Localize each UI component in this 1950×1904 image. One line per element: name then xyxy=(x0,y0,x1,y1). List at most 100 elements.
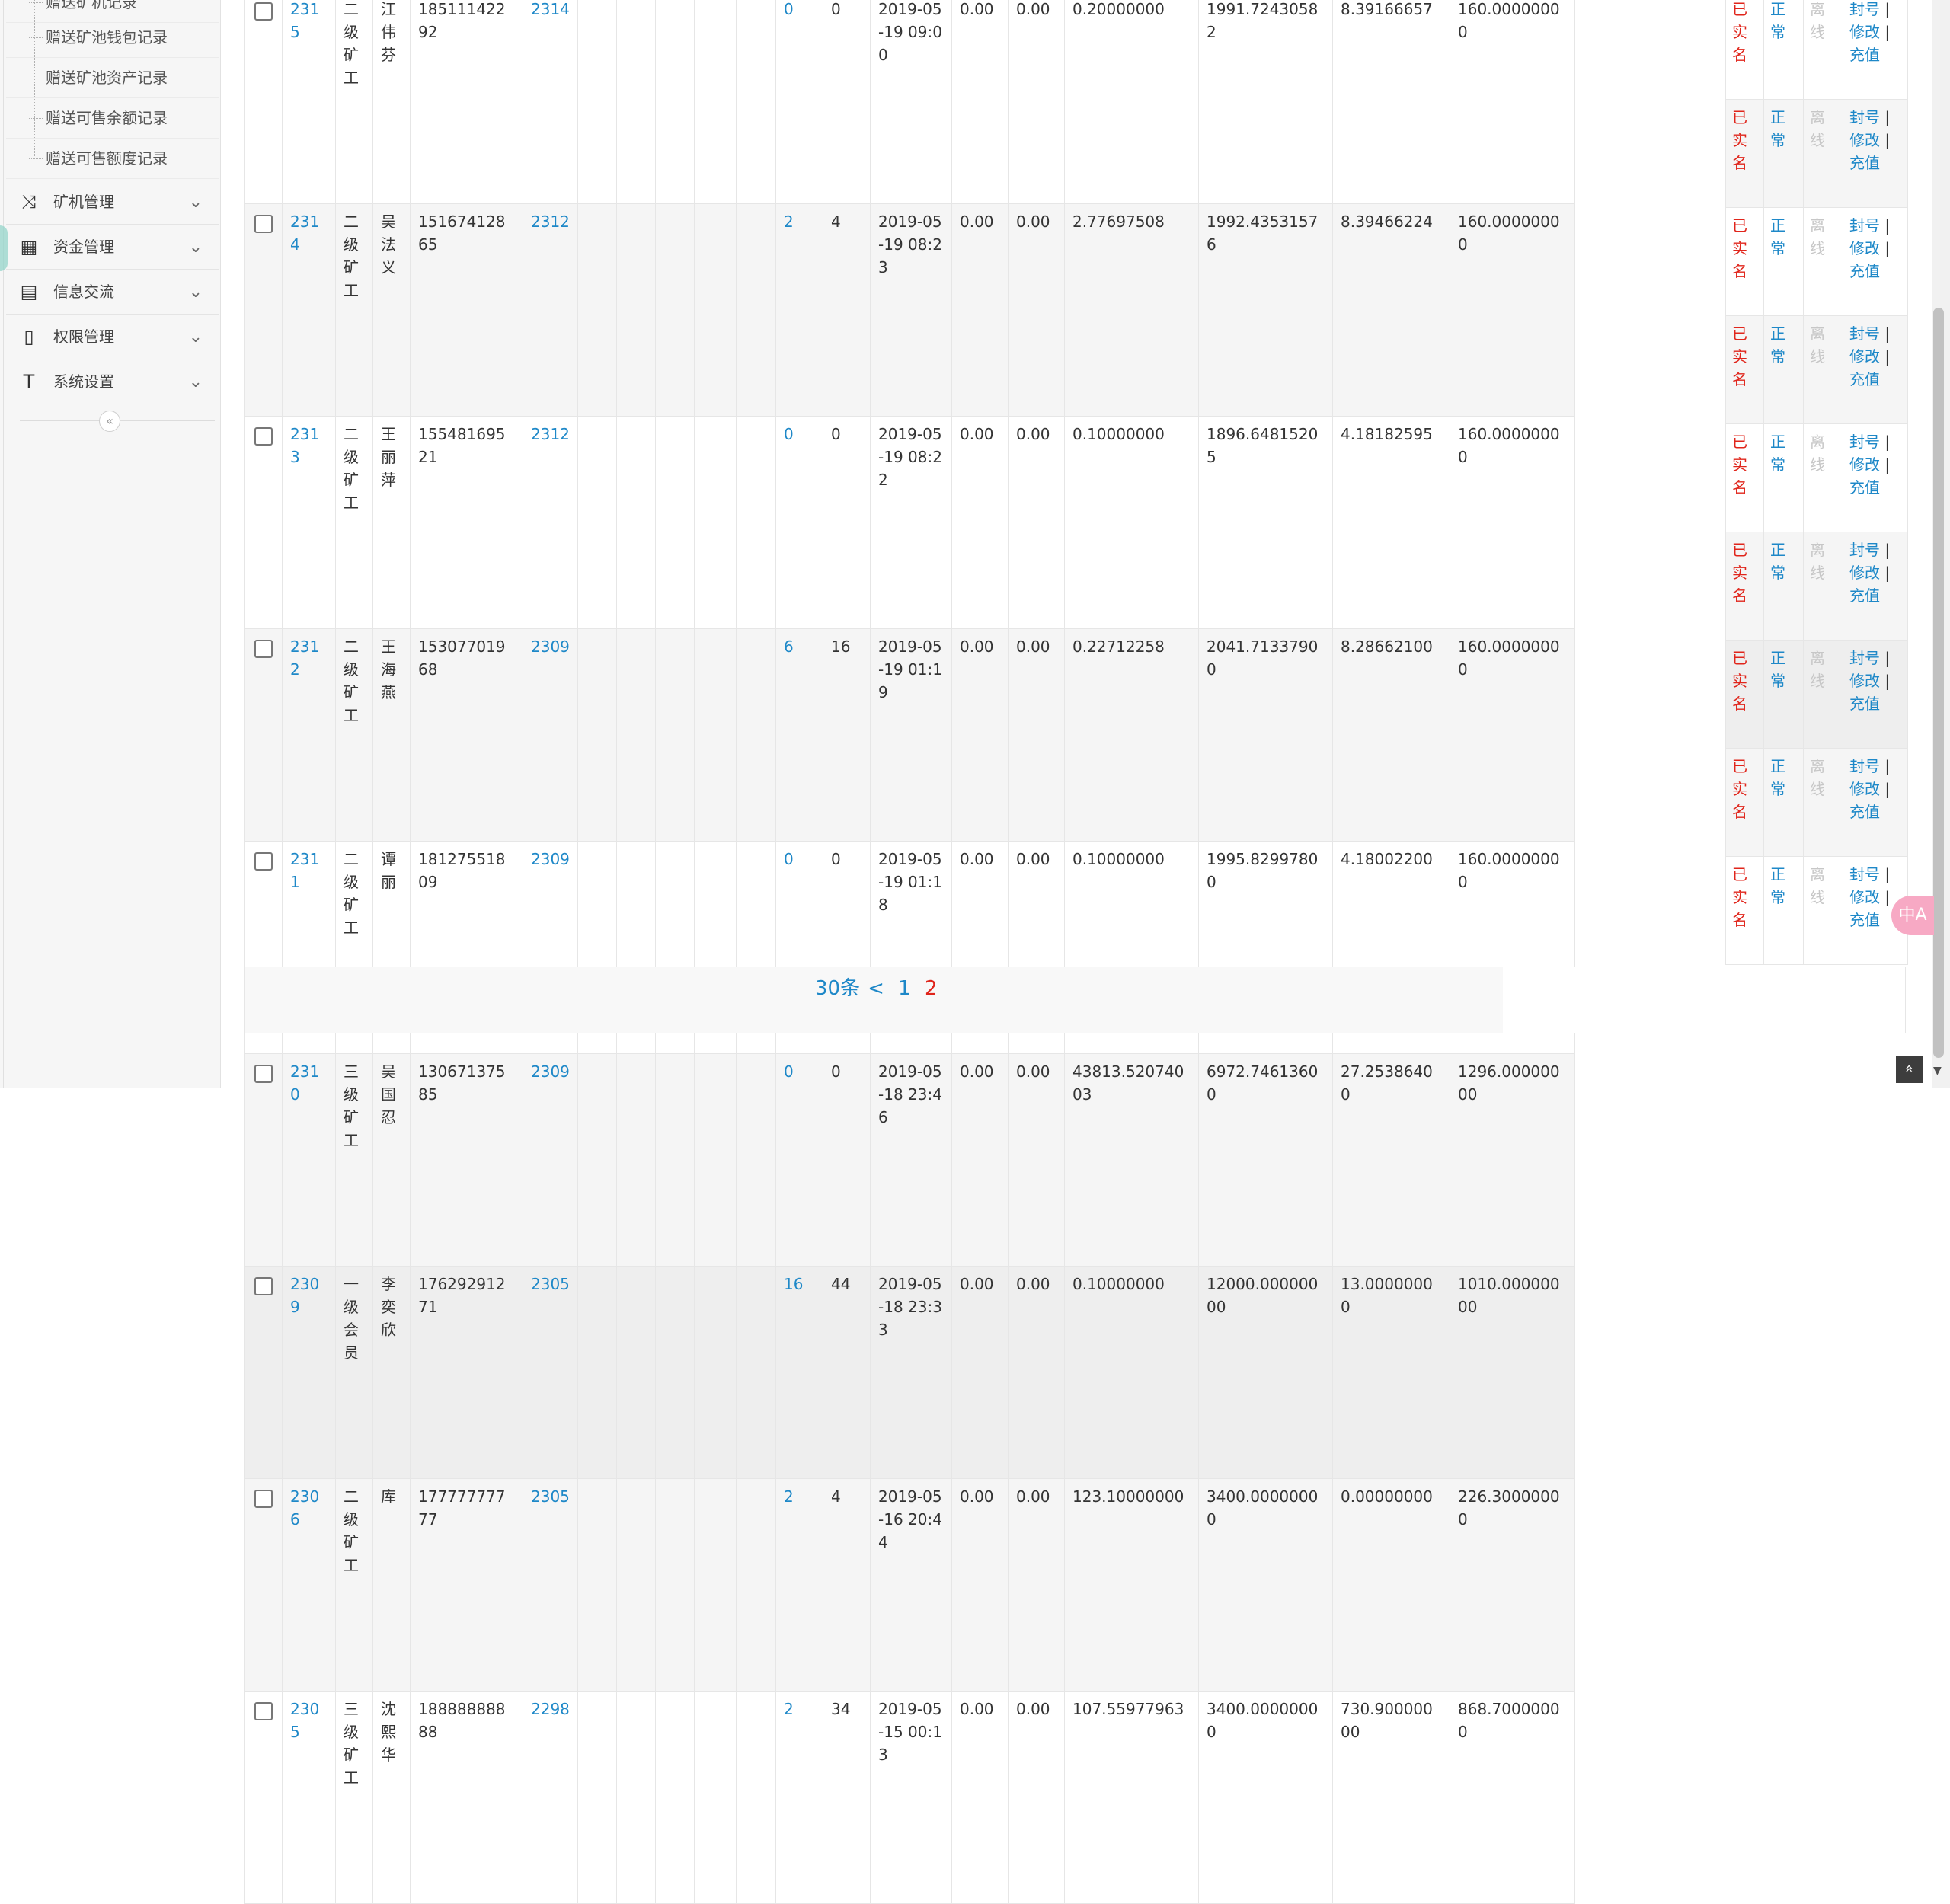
edit-link[interactable]: 修改 xyxy=(1849,780,1880,798)
row-checkbox[interactable] xyxy=(254,852,273,871)
empty-cell xyxy=(694,203,737,417)
edit-link[interactable]: 修改 xyxy=(1849,888,1880,906)
ban-link[interactable]: 封号 xyxy=(1849,541,1880,559)
ban-link[interactable]: 封号 xyxy=(1849,0,1880,18)
parent-id-link[interactable]: 2314 xyxy=(531,0,570,18)
recharge-link[interactable]: 充值 xyxy=(1849,911,1880,929)
user-id-link[interactable]: 2315 xyxy=(290,0,319,41)
parent-id-link[interactable]: 2312 xyxy=(531,212,570,231)
value-d: 1992.43531576 xyxy=(1207,212,1319,254)
user-id-link[interactable]: 2313 xyxy=(290,425,319,466)
team-count-link[interactable]: 16 xyxy=(784,1275,803,1293)
level-cell: 三级矿工 xyxy=(335,1053,373,1267)
recharge-link[interactable]: 充值 xyxy=(1849,154,1880,172)
edit-link[interactable]: 修改 xyxy=(1849,131,1880,149)
team-count-link[interactable]: 6 xyxy=(784,637,794,656)
status-actions-columns: 已实名 正常 离线 封号 | 修改 | 充值 已实名 正常 离线 封号 | 修改 | 充值 已实名 正常离… xyxy=(1725,0,1908,965)
empty-cell xyxy=(655,1053,695,1267)
ban-link[interactable]: 封号 xyxy=(1849,865,1880,883)
ban-link[interactable]: 封号 xyxy=(1849,108,1880,126)
edit-link[interactable]: 修改 xyxy=(1849,672,1880,690)
pager-total[interactable]: 30条 xyxy=(815,977,860,1000)
team-count-link[interactable]: 0 xyxy=(784,850,794,868)
ban-link[interactable]: 封号 xyxy=(1849,649,1880,667)
team-count-link[interactable]: 2 xyxy=(784,1700,794,1718)
account-status: 正常 xyxy=(1770,541,1785,582)
row-checkbox[interactable] xyxy=(254,2,273,21)
submenu-item-gift-pool-asset[interactable]: 赠送矿池资产记录 xyxy=(6,58,219,98)
ban-link[interactable]: 封号 xyxy=(1849,324,1880,343)
scroll-down-arrow-icon[interactable]: ▼ xyxy=(1933,1065,1942,1077)
user-level: 二级矿工 xyxy=(344,425,359,512)
row-checkbox[interactable] xyxy=(254,1490,273,1508)
scrollbar-thumb[interactable] xyxy=(1933,308,1944,1058)
team-count-link[interactable]: 0 xyxy=(784,1062,794,1081)
parent-id-link[interactable]: 2309 xyxy=(531,850,570,868)
row-checkbox[interactable] xyxy=(254,1277,273,1295)
row-checkbox[interactable] xyxy=(254,427,273,446)
pager-page-1[interactable]: 1 xyxy=(898,977,911,1000)
user-id-link[interactable]: 2310 xyxy=(290,1062,319,1104)
count-cell: 0 xyxy=(823,0,871,204)
action-separator: | xyxy=(1884,216,1891,235)
user-phone: 17629291271 xyxy=(418,1275,506,1316)
translate-float-button[interactable]: 中A xyxy=(1891,896,1934,935)
recharge-link[interactable]: 充值 xyxy=(1849,803,1880,821)
menu-label: 权限管理 xyxy=(53,327,114,346)
actions-cell: 封号 | 修改 | 充值 xyxy=(1843,423,1908,532)
edit-link[interactable]: 修改 xyxy=(1849,23,1880,41)
submenu-item-gift-balance[interactable]: 赠送可售余额记录 xyxy=(6,98,219,139)
row-checkbox[interactable] xyxy=(254,1065,273,1083)
row-checkbox[interactable] xyxy=(254,1702,273,1720)
phone-cell: 18888888888 xyxy=(410,1691,523,1904)
submenu-item-gift-quota[interactable]: 赠送可售额度记录 xyxy=(6,139,219,179)
team-count-link[interactable]: 2 xyxy=(784,1487,794,1506)
recharge-link[interactable]: 充值 xyxy=(1849,46,1880,64)
team-count-link[interactable]: 0 xyxy=(784,0,794,18)
recharge-link[interactable]: 充值 xyxy=(1849,695,1880,713)
user-id-link[interactable]: 2305 xyxy=(290,1700,319,1741)
edit-link[interactable]: 修改 xyxy=(1849,347,1880,366)
parent-id-link[interactable]: 2305 xyxy=(531,1275,570,1293)
recharge-link[interactable]: 充值 xyxy=(1849,262,1880,280)
menu-fund-management[interactable]: ▦ 资金管理 ⌄ xyxy=(6,225,219,270)
row-checkbox[interactable] xyxy=(254,640,273,658)
user-phone: 15548169521 xyxy=(418,425,506,466)
submenu-item-gift-pool-wallet[interactable]: 赠送矿池钱包记录 xyxy=(6,18,219,58)
parent-id-link[interactable]: 2309 xyxy=(531,1062,570,1081)
menu-permission-management[interactable]: ▯ 权限管理 ⌄ xyxy=(6,315,219,359)
recharge-link[interactable]: 充值 xyxy=(1849,586,1880,605)
level-cell: 二级矿工 xyxy=(335,628,373,842)
collapse-sidebar-button[interactable]: « xyxy=(99,411,120,432)
ban-link[interactable]: 封号 xyxy=(1849,757,1880,775)
user-name: 谭丽 xyxy=(381,850,396,891)
member-table-area: 2315 二级矿工 江伟芬 18511142292 2314 0 0 2019-05-19 0… xyxy=(244,0,1575,1904)
team-count-link[interactable]: 0 xyxy=(784,425,794,443)
parent-id-link[interactable]: 2312 xyxy=(531,425,570,443)
edit-link[interactable]: 修改 xyxy=(1849,455,1880,474)
parent-id-link[interactable]: 2298 xyxy=(531,1700,570,1718)
user-id-link[interactable]: 2311 xyxy=(290,850,319,891)
table-row: 2313 二级矿工 王丽萍 15548169521 2312 0 0 2019-05-19 0… xyxy=(244,416,1575,629)
ban-link[interactable]: 封号 xyxy=(1849,216,1880,235)
edit-link[interactable]: 修改 xyxy=(1849,239,1880,257)
user-id-link[interactable]: 2314 xyxy=(290,212,319,254)
pager-prev-button[interactable]: < xyxy=(868,977,884,1000)
value-cell: 0.00 xyxy=(951,416,1009,629)
menu-miner-management[interactable]: ⤨ 矿机管理 ⌄ xyxy=(6,180,219,225)
parent-id-link[interactable]: 2305 xyxy=(531,1487,570,1506)
user-id-link[interactable]: 2306 xyxy=(290,1487,319,1529)
row-checkbox[interactable] xyxy=(254,215,273,233)
team-count-link[interactable]: 2 xyxy=(784,212,794,231)
recharge-link[interactable]: 充值 xyxy=(1849,478,1880,497)
menu-system-settings[interactable]: T 系统设置 ⌄ xyxy=(6,359,219,404)
ban-link[interactable]: 封号 xyxy=(1849,433,1880,451)
menu-info-exchange[interactable]: ▤ 信息交流 ⌄ xyxy=(6,270,219,315)
user-id-link[interactable]: 2312 xyxy=(290,637,319,679)
parent-id-link[interactable]: 2309 xyxy=(531,637,570,656)
user-id-link[interactable]: 2309 xyxy=(290,1275,319,1316)
edit-link[interactable]: 修改 xyxy=(1849,564,1880,582)
recharge-link[interactable]: 充值 xyxy=(1849,370,1880,388)
value-f: 160.00000000 xyxy=(1458,425,1560,466)
back-to-top-button[interactable]: » xyxy=(1896,1056,1923,1083)
